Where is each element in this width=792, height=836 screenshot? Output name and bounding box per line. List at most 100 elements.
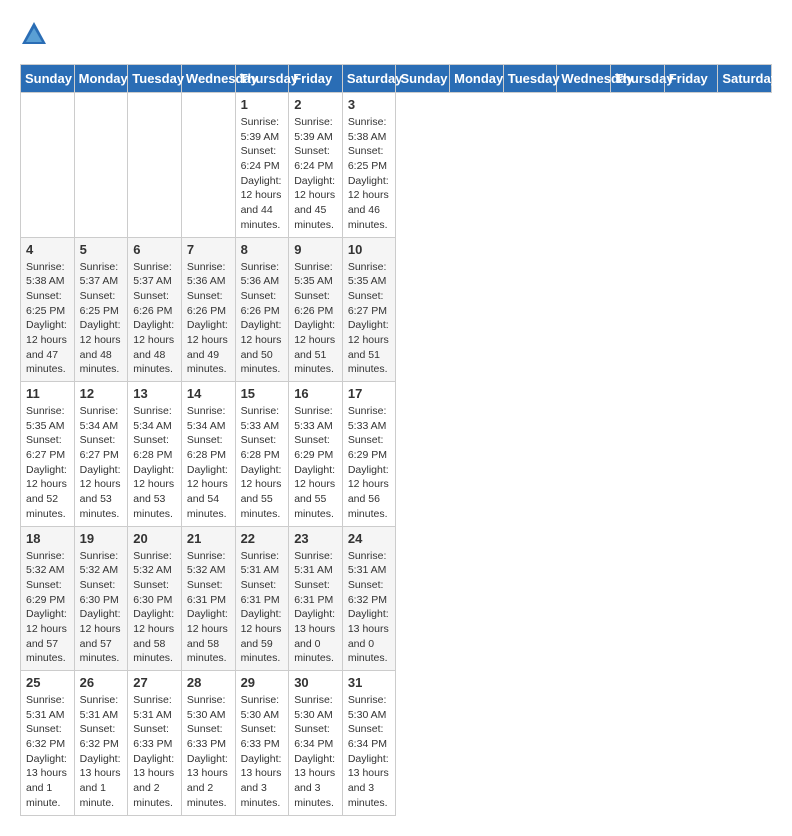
day-number: 4 [26, 242, 69, 257]
day-number: 25 [26, 675, 69, 690]
day-number: 28 [187, 675, 230, 690]
calendar-cell [74, 93, 128, 238]
day-content: Sunrise: 5:34 AM Sunset: 6:28 PM Dayligh… [133, 404, 176, 522]
day-number: 24 [348, 531, 391, 546]
calendar-cell: 30 Sunrise: 5:30 AM Sunset: 6:34 PM Dayli… [289, 671, 343, 816]
day-header-sunday: Sunday [21, 65, 75, 93]
day-number: 26 [80, 675, 123, 690]
calendar-cell: 29 Sunrise: 5:30 AM Sunset: 6:33 PM Dayli… [235, 671, 289, 816]
calendar-week-row: 18 Sunrise: 5:32 AM Sunset: 6:29 PM Dayli… [21, 526, 772, 671]
day-number: 11 [26, 386, 69, 401]
day-header-tuesday: Tuesday [503, 65, 557, 93]
day-header-saturday: Saturday [342, 65, 396, 93]
day-header-wednesday: Wednesday [557, 65, 611, 93]
calendar-cell: 9 Sunrise: 5:35 AM Sunset: 6:26 PM Daylig… [289, 237, 343, 382]
calendar-cell: 10Sunrise: 5:35 AM Sunset: 6:27 PM Dayli… [342, 237, 396, 382]
day-header-wednesday: Wednesday [181, 65, 235, 93]
calendar-cell: 27 Sunrise: 5:31 AM Sunset: 6:33 PM Dayli… [128, 671, 182, 816]
day-header-sunday: Sunday [396, 65, 450, 93]
day-number: 8 [241, 242, 284, 257]
day-content: Sunrise: 5:32 AM Sunset: 6:29 PM Dayligh… [26, 549, 69, 667]
calendar-cell: 13 Sunrise: 5:34 AM Sunset: 6:28 PM Dayli… [128, 382, 182, 527]
day-number: 6 [133, 242, 176, 257]
day-content: Sunrise: 5:33 AM Sunset: 6:28 PM Dayligh… [241, 404, 284, 522]
day-number: 16 [294, 386, 337, 401]
day-content: Sunrise: 5:37 AM Sunset: 6:25 PM Dayligh… [80, 260, 123, 378]
day-number: 27 [133, 675, 176, 690]
day-content: Sunrise: 5:33 AM Sunset: 6:29 PM Dayligh… [348, 404, 391, 522]
day-header-thursday: Thursday [235, 65, 289, 93]
calendar-cell [128, 93, 182, 238]
calendar-week-row: 4 Sunrise: 5:38 AM Sunset: 6:25 PM Daylig… [21, 237, 772, 382]
day-number: 2 [294, 97, 337, 112]
day-content: Sunrise: 5:39 AM Sunset: 6:24 PM Dayligh… [294, 115, 337, 233]
day-number: 30 [294, 675, 337, 690]
calendar-cell: 5 Sunrise: 5:37 AM Sunset: 6:25 PM Daylig… [74, 237, 128, 382]
calendar-header-row: SundayMondayTuesdayWednesdayThursdayFrid… [21, 65, 772, 93]
day-content: Sunrise: 5:31 AM Sunset: 6:31 PM Dayligh… [294, 549, 337, 667]
day-content: Sunrise: 5:30 AM Sunset: 6:34 PM Dayligh… [348, 693, 391, 811]
calendar-cell: 15 Sunrise: 5:33 AM Sunset: 6:28 PM Dayli… [235, 382, 289, 527]
day-content: Sunrise: 5:37 AM Sunset: 6:26 PM Dayligh… [133, 260, 176, 378]
day-content: Sunrise: 5:38 AM Sunset: 6:25 PM Dayligh… [26, 260, 69, 378]
day-content: Sunrise: 5:31 AM Sunset: 6:32 PM Dayligh… [26, 693, 69, 811]
day-content: Sunrise: 5:31 AM Sunset: 6:33 PM Dayligh… [133, 693, 176, 811]
day-header-monday: Monday [450, 65, 504, 93]
day-content: Sunrise: 5:31 AM Sunset: 6:32 PM Dayligh… [348, 549, 391, 667]
calendar-cell: 11 Sunrise: 5:35 AM Sunset: 6:27 PM Dayli… [21, 382, 75, 527]
day-number: 9 [294, 242, 337, 257]
day-number: 21 [187, 531, 230, 546]
calendar-cell: 6 Sunrise: 5:37 AM Sunset: 6:26 PM Daylig… [128, 237, 182, 382]
calendar-week-row: 11 Sunrise: 5:35 AM Sunset: 6:27 PM Dayli… [21, 382, 772, 527]
calendar-cell: 18 Sunrise: 5:32 AM Sunset: 6:29 PM Dayli… [21, 526, 75, 671]
calendar-week-row: 25 Sunrise: 5:31 AM Sunset: 6:32 PM Dayli… [21, 671, 772, 816]
page-header [20, 20, 772, 48]
day-number: 13 [133, 386, 176, 401]
day-content: Sunrise: 5:35 AM Sunset: 6:26 PM Dayligh… [294, 260, 337, 378]
calendar-cell: 31 Sunrise: 5:30 AM Sunset: 6:34 PM Dayli… [342, 671, 396, 816]
day-number: 20 [133, 531, 176, 546]
day-content: Sunrise: 5:35 AM Sunset: 6:27 PM Dayligh… [348, 260, 391, 378]
day-number: 22 [241, 531, 284, 546]
day-content: Sunrise: 5:34 AM Sunset: 6:28 PM Dayligh… [187, 404, 230, 522]
day-number: 14 [187, 386, 230, 401]
day-number: 15 [241, 386, 284, 401]
calendar-cell: 28 Sunrise: 5:30 AM Sunset: 6:33 PM Dayli… [181, 671, 235, 816]
calendar-cell: 14 Sunrise: 5:34 AM Sunset: 6:28 PM Dayli… [181, 382, 235, 527]
day-content: Sunrise: 5:30 AM Sunset: 6:34 PM Dayligh… [294, 693, 337, 811]
day-content: Sunrise: 5:36 AM Sunset: 6:26 PM Dayligh… [241, 260, 284, 378]
day-content: Sunrise: 5:33 AM Sunset: 6:29 PM Dayligh… [294, 404, 337, 522]
calendar-cell: 12Sunrise: 5:34 AM Sunset: 6:27 PM Dayli… [74, 382, 128, 527]
day-header-tuesday: Tuesday [128, 65, 182, 93]
day-number: 18 [26, 531, 69, 546]
calendar-cell: 3Sunrise: 5:38 AM Sunset: 6:25 PM Daylig… [342, 93, 396, 238]
day-number: 7 [187, 242, 230, 257]
day-content: Sunrise: 5:30 AM Sunset: 6:33 PM Dayligh… [187, 693, 230, 811]
calendar-cell: 20Sunrise: 5:32 AM Sunset: 6:30 PM Dayli… [128, 526, 182, 671]
day-number: 29 [241, 675, 284, 690]
day-content: Sunrise: 5:32 AM Sunset: 6:30 PM Dayligh… [80, 549, 123, 667]
calendar-cell: 17Sunrise: 5:33 AM Sunset: 6:29 PM Dayli… [342, 382, 396, 527]
day-content: Sunrise: 5:38 AM Sunset: 6:25 PM Dayligh… [348, 115, 391, 233]
day-content: Sunrise: 5:39 AM Sunset: 6:24 PM Dayligh… [241, 115, 284, 233]
calendar-cell: 26Sunrise: 5:31 AM Sunset: 6:32 PM Dayli… [74, 671, 128, 816]
day-header-saturday: Saturday [718, 65, 772, 93]
logo [20, 20, 50, 48]
day-content: Sunrise: 5:30 AM Sunset: 6:33 PM Dayligh… [241, 693, 284, 811]
calendar-cell: 8 Sunrise: 5:36 AM Sunset: 6:26 PM Daylig… [235, 237, 289, 382]
calendar-table: SundayMondayTuesdayWednesdayThursdayFrid… [20, 64, 772, 816]
calendar-cell: 4 Sunrise: 5:38 AM Sunset: 6:25 PM Daylig… [21, 237, 75, 382]
calendar-cell: 2 Sunrise: 5:39 AM Sunset: 6:24 PM Daylig… [289, 93, 343, 238]
day-number: 5 [80, 242, 123, 257]
calendar-cell: 23 Sunrise: 5:31 AM Sunset: 6:31 PM Dayli… [289, 526, 343, 671]
calendar-cell: 21Sunrise: 5:32 AM Sunset: 6:31 PM Dayli… [181, 526, 235, 671]
day-header-thursday: Thursday [611, 65, 665, 93]
day-number: 23 [294, 531, 337, 546]
day-number: 12 [80, 386, 123, 401]
calendar-cell: 22Sunrise: 5:31 AM Sunset: 6:31 PM Dayli… [235, 526, 289, 671]
day-number: 31 [348, 675, 391, 690]
day-number: 1 [241, 97, 284, 112]
day-content: Sunrise: 5:35 AM Sunset: 6:27 PM Dayligh… [26, 404, 69, 522]
calendar-cell: 25 Sunrise: 5:31 AM Sunset: 6:32 PM Dayli… [21, 671, 75, 816]
calendar-cell [21, 93, 75, 238]
